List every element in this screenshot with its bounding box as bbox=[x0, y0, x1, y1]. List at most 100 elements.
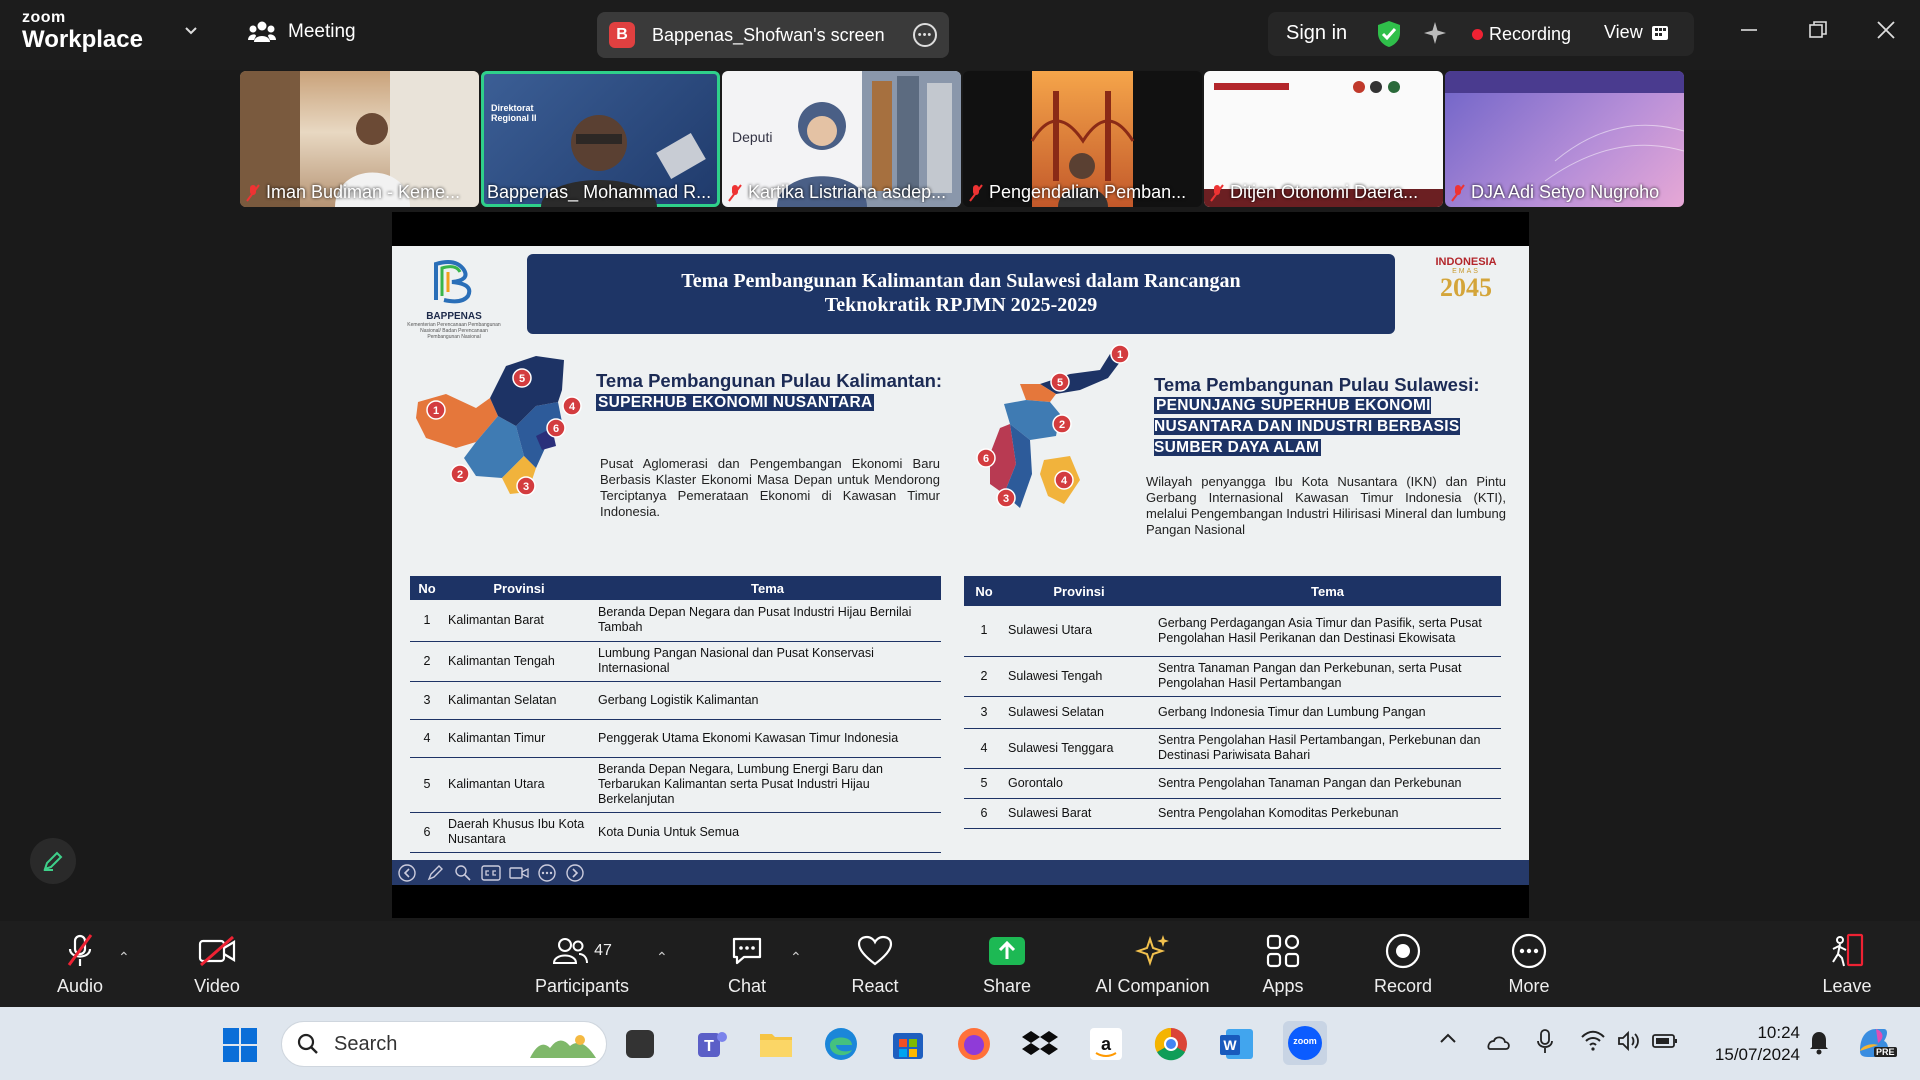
map-marker-1: 1 bbox=[1117, 349, 1123, 361]
apps-button[interactable]: Apps bbox=[1248, 921, 1318, 1007]
map-marker-5: 5 bbox=[519, 373, 525, 385]
participant-tile[interactable]: Deputi Kartika Listriana asdep... bbox=[722, 71, 961, 207]
file-explorer-icon[interactable] bbox=[757, 1025, 795, 1063]
microphone-icon[interactable] bbox=[1536, 1029, 1554, 1055]
cell-no: 5 bbox=[410, 757, 444, 813]
more-icon[interactable] bbox=[536, 863, 558, 883]
map-marker-3: 3 bbox=[1003, 493, 1009, 505]
onedrive-icon[interactable] bbox=[1484, 1029, 1512, 1053]
sign-in-button[interactable]: Sign in bbox=[1286, 22, 1347, 45]
col-header-no: No bbox=[964, 576, 1004, 606]
participants-options-caret-icon[interactable]: ⌃ bbox=[656, 949, 668, 966]
volume-icon[interactable] bbox=[1616, 1029, 1640, 1053]
svg-text:a: a bbox=[1101, 1034, 1112, 1054]
meeting-button[interactable]: Meeting bbox=[248, 20, 356, 44]
sulawesi-table: No Provinsi Tema 1 Sulawesi Utara Gerbang … bbox=[964, 576, 1501, 829]
logo-subtitle: Kementerian Perencanaan Pembangunan Nasi… bbox=[407, 322, 501, 340]
participant-tile[interactable]: Ditjen Otonomi Daera... bbox=[1204, 71, 1443, 207]
amazon-icon[interactable]: a bbox=[1087, 1025, 1125, 1063]
cell-tema: Sentra Pengolahan Tanaman Pangan dan Per… bbox=[1154, 768, 1501, 799]
store-icon[interactable] bbox=[889, 1025, 927, 1063]
taskbar-clock[interactable]: 10:24 15/07/2024 bbox=[1700, 1022, 1800, 1066]
ai-companion-button[interactable]: AI Companion bbox=[1090, 921, 1215, 1007]
record-button[interactable]: Record bbox=[1368, 921, 1438, 1007]
restore-icon[interactable] bbox=[1806, 18, 1830, 42]
zoom-icon[interactable] bbox=[452, 863, 474, 883]
view-button[interactable]: View bbox=[1604, 22, 1669, 43]
screen-share-indicator[interactable]: B Bappenas_Shofwan's screen ••• bbox=[597, 12, 949, 58]
participant-tile[interactable]: Pengendalian Pemban... bbox=[963, 71, 1202, 207]
map-marker-5: 5 bbox=[1057, 377, 1063, 389]
col-header-provinsi: Provinsi bbox=[444, 576, 594, 600]
cell-provinsi: Sulawesi Tengah bbox=[1004, 656, 1154, 697]
meeting-icon bbox=[248, 21, 276, 42]
table-row: 2 Kalimantan Tengah Lumbung Pangan Nasiona… bbox=[410, 641, 941, 682]
participant-tile[interactable]: Iman Budiman - Keme... bbox=[240, 71, 479, 207]
previous-slide-icon[interactable] bbox=[396, 863, 418, 883]
participant-name-label: Kartika Listriana asdep... bbox=[748, 182, 947, 202]
video-button[interactable]: Video bbox=[182, 921, 252, 1007]
more-button[interactable]: More bbox=[1494, 921, 1564, 1007]
cell-tema: Gerbang Indonesia Timur dan Lumbung Pang… bbox=[1154, 696, 1501, 729]
pen-icon[interactable] bbox=[424, 863, 446, 883]
participant-name-label: Iman Budiman - Keme... bbox=[266, 182, 461, 202]
windows-start-icon[interactable] bbox=[222, 1027, 258, 1063]
camera-icon[interactable] bbox=[508, 863, 530, 883]
record-label: Record bbox=[1373, 975, 1433, 996]
indonesia-emas-logo: INDONESIA EMAS 2045 bbox=[1420, 256, 1512, 316]
shared-slide-caption: Deputi bbox=[732, 129, 773, 145]
wifi-icon[interactable] bbox=[1580, 1029, 1606, 1053]
shared-slide-caption: Direktorat Regional II bbox=[491, 103, 537, 124]
word-icon[interactable]: W bbox=[1218, 1025, 1256, 1063]
cell-provinsi: Sulawesi Selatan bbox=[1004, 696, 1154, 729]
recording-indicator[interactable]: Recording bbox=[1472, 24, 1571, 45]
copilot-button[interactable]: PRE bbox=[1852, 1021, 1897, 1065]
table-row: 2 Sulawesi Tengah Sentra Tanaman Pangan da… bbox=[964, 656, 1501, 697]
more-options-icon[interactable]: ••• bbox=[913, 23, 937, 47]
teams-icon[interactable]: T bbox=[692, 1025, 730, 1063]
cell-tema: Gerbang Perdagangan Asia Timur dan Pasif… bbox=[1154, 606, 1501, 657]
participant-name: Kartika Listriana asdep... bbox=[728, 182, 957, 203]
cell-tema: Beranda Depan Negara dan Pusat Industri … bbox=[594, 600, 941, 642]
cell-no: 4 bbox=[964, 728, 1004, 769]
sparkle-icon[interactable] bbox=[1422, 20, 1448, 46]
minimize-icon[interactable] bbox=[1737, 18, 1761, 42]
annotate-button[interactable] bbox=[30, 838, 76, 884]
next-slide-icon[interactable] bbox=[564, 863, 586, 883]
cell-provinsi: Kalimantan Selatan bbox=[444, 681, 594, 720]
battery-icon[interactable] bbox=[1652, 1029, 1678, 1053]
subtitles-icon[interactable] bbox=[480, 863, 502, 883]
video-off-icon bbox=[198, 935, 236, 966]
close-icon[interactable] bbox=[1874, 18, 1898, 42]
shield-check-icon[interactable] bbox=[1376, 20, 1402, 48]
participant-tile-active[interactable]: Direktorat Regional II Bappenas_ Mohamma… bbox=[481, 71, 720, 207]
leave-button[interactable]: Leave bbox=[1812, 921, 1882, 1007]
chat-options-caret-icon[interactable]: ⌃ bbox=[790, 949, 802, 966]
participants-icon bbox=[553, 937, 589, 964]
slide-controls bbox=[392, 860, 586, 885]
chevron-up-icon[interactable] bbox=[1438, 1029, 1458, 1049]
edge-icon[interactable] bbox=[822, 1025, 860, 1063]
cell-tema: Kota Dunia Untuk Semua bbox=[594, 812, 941, 853]
chrome-icon[interactable] bbox=[1152, 1025, 1190, 1063]
audio-options-caret-icon[interactable]: ⌃ bbox=[118, 949, 130, 966]
chevron-down-icon[interactable] bbox=[184, 24, 198, 38]
audio-button[interactable]: Audio bbox=[45, 921, 115, 1007]
grid-view-icon bbox=[1651, 25, 1668, 40]
share-button[interactable]: Share bbox=[972, 921, 1042, 1007]
windows-taskbar: Search T a W zoom 10:24 15/07/2024 PRE bbox=[0, 1007, 1920, 1080]
dropbox-icon[interactable] bbox=[1021, 1025, 1059, 1063]
taskbar-search-box[interactable]: Search bbox=[281, 1021, 607, 1067]
firefox-icon[interactable] bbox=[955, 1025, 993, 1063]
participant-name: Ditjen Otonomi Daera... bbox=[1210, 182, 1439, 203]
participant-name: Iman Budiman - Keme... bbox=[246, 182, 475, 203]
cell-provinsi: Sulawesi Tenggara bbox=[1004, 728, 1154, 769]
notification-bell-icon[interactable] bbox=[1808, 1029, 1830, 1055]
participants-button[interactable]: 47 Participants bbox=[532, 921, 632, 1007]
participant-tile[interactable]: DJA Adi Setyo Nugroho bbox=[1445, 71, 1684, 207]
react-button[interactable]: React bbox=[840, 921, 910, 1007]
task-view-icon[interactable] bbox=[626, 1030, 654, 1058]
zoom-taskbar-button[interactable]: zoom bbox=[1283, 1021, 1327, 1065]
sulawesi-heading: Tema Pembangunan Pulau Sulawesi: bbox=[1154, 374, 1480, 395]
chat-button[interactable]: Chat bbox=[712, 921, 782, 1007]
